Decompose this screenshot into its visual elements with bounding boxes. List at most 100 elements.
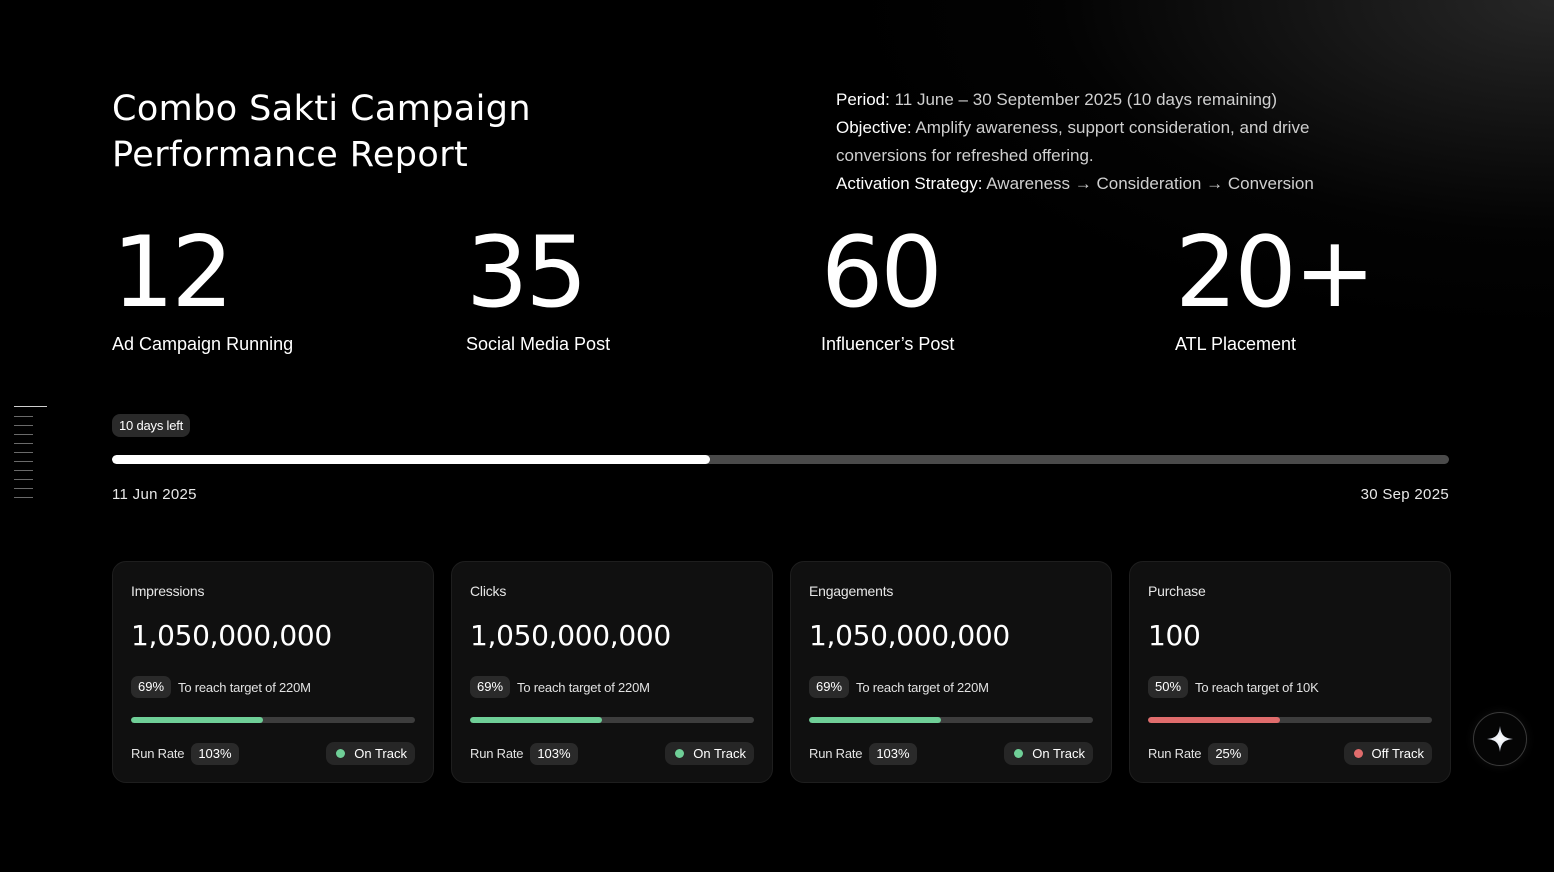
run-rate-label: Run Rate <box>131 746 185 761</box>
card-progress-bar <box>809 717 1093 723</box>
card-footer: Run Rate 103% On Track <box>470 742 754 765</box>
run-rate-label: Run Rate <box>809 746 863 761</box>
card-footer: Run Rate 25% Off Track <box>1148 742 1432 765</box>
scroll-tick[interactable] <box>14 434 33 435</box>
scroll-tick[interactable] <box>14 452 33 453</box>
stat-ad-campaigns: 12 Ad Campaign Running <box>112 218 442 356</box>
card-title: Engagements <box>809 583 894 599</box>
status-dot-icon <box>336 749 346 758</box>
status-text: On Track <box>693 746 746 761</box>
card-progress-fill <box>1148 717 1281 723</box>
metric-card-engagements[interactable]: Engagements 1,050,000,000 69% To reach t… <box>790 561 1112 783</box>
status-badge: On Track <box>1004 742 1093 765</box>
strategy-label: Activation Strategy: <box>836 174 983 193</box>
card-progress-bar <box>1148 717 1432 723</box>
status-badge: On Track <box>665 742 754 765</box>
campaign-timeline-bar <box>112 455 1449 464</box>
scroll-tick[interactable] <box>14 425 33 426</box>
page-title-line1: Combo Sakti Campaign <box>112 89 531 129</box>
objective-label: Objective: <box>836 118 912 137</box>
card-footer: Run Rate 103% On Track <box>131 742 415 765</box>
campaign-meta: Period: 11 June – 30 September 2025 (10 … <box>836 86 1396 198</box>
status-badge: On Track <box>326 742 415 765</box>
page-title-line2: Performance Report <box>112 135 469 175</box>
period-value: 11 June – 30 September 2025 (10 days rem… <box>889 90 1278 109</box>
status-dot-icon <box>1353 749 1363 758</box>
strategy-row: Activation Strategy: Awareness → Conside… <box>836 170 1396 198</box>
sparkle-icon <box>1487 726 1513 752</box>
card-progress-bar <box>131 717 415 723</box>
stat-atl-placement: 20+ ATL Placement <box>1175 218 1505 356</box>
objective-row: Objective: Amplify awareness, support co… <box>836 114 1396 170</box>
status-text: On Track <box>354 746 407 761</box>
report-page: Combo Sakti Campaign Performance Report … <box>0 0 1554 872</box>
stat-label: Influencer’s Post <box>821 334 955 354</box>
scroll-tick-active[interactable] <box>14 406 47 407</box>
status-dot-icon <box>675 749 685 758</box>
scroll-tick[interactable] <box>14 488 33 489</box>
card-title: Purchase <box>1148 583 1206 599</box>
card-progress-fill <box>809 717 942 723</box>
card-value: 1,050,000,000 <box>470 619 671 652</box>
percent-badge: 69% <box>470 676 511 698</box>
status-text: On Track <box>1032 746 1085 761</box>
stat-number: 20+ <box>1175 216 1376 330</box>
scroll-tick[interactable] <box>14 443 33 444</box>
card-title: Impressions <box>131 583 205 599</box>
status-badge: Off Track <box>1343 742 1432 765</box>
side-scroll-indicator[interactable] <box>14 406 48 506</box>
percent-badge: 69% <box>809 676 850 698</box>
run-rate-badge: 25% <box>1208 742 1249 765</box>
stat-label: Ad Campaign Running <box>112 334 294 354</box>
card-target-row: 69% To reach target of 220M <box>809 676 989 698</box>
run-rate-badge: 103% <box>530 742 578 765</box>
card-value: 1,050,000,000 <box>131 619 332 652</box>
status-text: Off Track <box>1371 746 1425 761</box>
card-progress-fill <box>131 717 264 723</box>
metric-card-clicks[interactable]: Clicks 1,050,000,000 69% To reach target… <box>451 561 773 783</box>
stat-number: 12 <box>112 216 234 330</box>
page-title: Combo Sakti Campaign Performance Report <box>112 86 632 178</box>
status-dot-icon <box>1014 749 1024 758</box>
card-target-row: 69% To reach target of 220M <box>131 676 311 698</box>
card-progress-fill <box>470 717 603 723</box>
scroll-tick[interactable] <box>14 416 33 417</box>
run-rate-badge: 103% <box>191 742 239 765</box>
ai-assistant-button[interactable] <box>1473 712 1527 766</box>
timeline-start-date: 11 Jun 2025 <box>112 486 197 503</box>
stat-label: Social Media Post <box>466 334 611 354</box>
days-left-badge: 10 days left <box>112 414 191 437</box>
stat-number: 60 <box>821 216 943 330</box>
period-row: Period: 11 June – 30 September 2025 (10 … <box>836 86 1396 114</box>
scroll-tick[interactable] <box>14 479 33 480</box>
period-label: Period: <box>836 90 890 109</box>
strategy-value: Awareness → Consideration → Conversion <box>982 174 1314 193</box>
metric-card-impressions[interactable]: Impressions 1,050,000,000 69% To reach t… <box>112 561 434 783</box>
stat-influencer-posts: 60 Influencer’s Post <box>821 218 1151 356</box>
run-rate-label: Run Rate <box>470 746 524 761</box>
run-rate-badge: 103% <box>869 742 917 765</box>
card-progress-bar <box>470 717 754 723</box>
percent-badge: 50% <box>1148 676 1189 698</box>
target-text: To reach target of 220M <box>517 679 650 695</box>
scroll-tick[interactable] <box>14 470 33 471</box>
percent-badge: 69% <box>131 676 172 698</box>
metric-card-purchase[interactable]: Purchase 100 50% To reach target of 10K … <box>1129 561 1451 783</box>
stat-social-posts: 35 Social Media Post <box>466 218 796 356</box>
campaign-timeline-progress <box>112 455 710 464</box>
stat-number: 35 <box>466 216 588 330</box>
run-rate-label: Run Rate <box>1148 746 1202 761</box>
card-value: 100 <box>1148 619 1201 652</box>
stat-label: ATL Placement <box>1175 334 1297 354</box>
scroll-tick[interactable] <box>14 461 33 462</box>
card-footer: Run Rate 103% On Track <box>809 742 1093 765</box>
target-text: To reach target of 220M <box>856 679 989 695</box>
card-value: 1,050,000,000 <box>809 619 1010 652</box>
card-target-row: 69% To reach target of 220M <box>470 676 650 698</box>
target-text: To reach target of 220M <box>178 679 311 695</box>
target-text: To reach target of 10K <box>1195 679 1319 695</box>
card-target-row: 50% To reach target of 10K <box>1148 676 1319 698</box>
scroll-tick[interactable] <box>14 497 33 498</box>
timeline-end-date: 30 Sep 2025 <box>1360 486 1449 503</box>
card-title: Clicks <box>470 583 507 599</box>
